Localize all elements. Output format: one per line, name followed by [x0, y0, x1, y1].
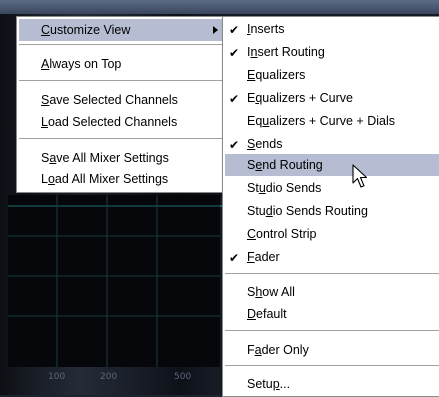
submenu-item-send-routing[interactable]: Send Routing	[225, 154, 439, 176]
eq-curve-display	[8, 195, 220, 367]
menu-item-save-selected-channels[interactable]: Save Selected Channels	[19, 89, 222, 111]
submenu-item-show-all[interactable]: Show All	[225, 281, 438, 303]
submenu-item-insert-routing[interactable]: ✔ Insert Routing	[225, 41, 438, 63]
mixer-title-bar	[0, 0, 439, 14]
submenu-arrow-icon	[213, 26, 218, 34]
menu-item-save-all-mixer-settings[interactable]: Save All Mixer Settings	[19, 147, 222, 169]
menu-separator	[225, 273, 439, 275]
checkmark-icon: ✔	[229, 251, 240, 265]
submenu-item-studio-sends-routing[interactable]: Studio Sends Routing	[225, 200, 438, 222]
submenu-item-equalizers-curve[interactable]: ✔ Equalizers + Curve	[225, 87, 438, 109]
submenu-item-inserts[interactable]: ✔ Inserts	[225, 18, 438, 40]
checkmark-icon: ✔	[229, 92, 240, 106]
submenu-item-studio-sends[interactable]: Studio Sends	[225, 177, 438, 199]
menu-separator	[19, 138, 222, 140]
menu-item-load-selected-channels[interactable]: Load Selected Channels	[19, 111, 222, 133]
customize-view-submenu: ✔ Inserts ✔ Insert Routing Equalizers ✔ …	[222, 16, 439, 397]
submenu-item-fader[interactable]: ✔ Fader	[225, 246, 438, 268]
axis-label-500: 500	[174, 372, 192, 382]
checkmark-icon: ✔	[229, 46, 240, 60]
menu-separator	[19, 44, 222, 46]
axis-label-100: 100	[48, 372, 66, 382]
mouse-pointer-icon	[352, 164, 368, 188]
submenu-item-fader-only[interactable]: Fader Only	[225, 339, 438, 361]
submenu-item-setup[interactable]: Setup...	[225, 373, 438, 395]
menu-item-customize-view[interactable]: Customize View	[19, 19, 222, 41]
submenu-item-sends[interactable]: ✔ Sends	[225, 133, 438, 155]
menu-separator	[225, 330, 439, 332]
checkmark-icon: ✔	[229, 138, 240, 152]
menu-separator	[225, 365, 439, 367]
mixer-context-menu: Customize View Always on Top Save Select…	[16, 16, 225, 193]
submenu-item-equalizers-curve-dials[interactable]: Equalizers + Curve + Dials	[225, 110, 438, 132]
submenu-item-default[interactable]: Default	[225, 303, 438, 325]
checkmark-icon: ✔	[229, 23, 240, 37]
menu-separator	[19, 80, 222, 82]
frequency-axis: 100 200 500	[8, 370, 220, 390]
menu-item-load-all-mixer-settings[interactable]: Load All Mixer Settings	[19, 168, 222, 190]
menu-item-always-on-top[interactable]: Always on Top	[19, 53, 222, 75]
submenu-item-control-strip[interactable]: Control Strip	[225, 223, 438, 245]
submenu-item-equalizers[interactable]: Equalizers	[225, 64, 438, 86]
axis-label-200: 200	[100, 372, 118, 382]
